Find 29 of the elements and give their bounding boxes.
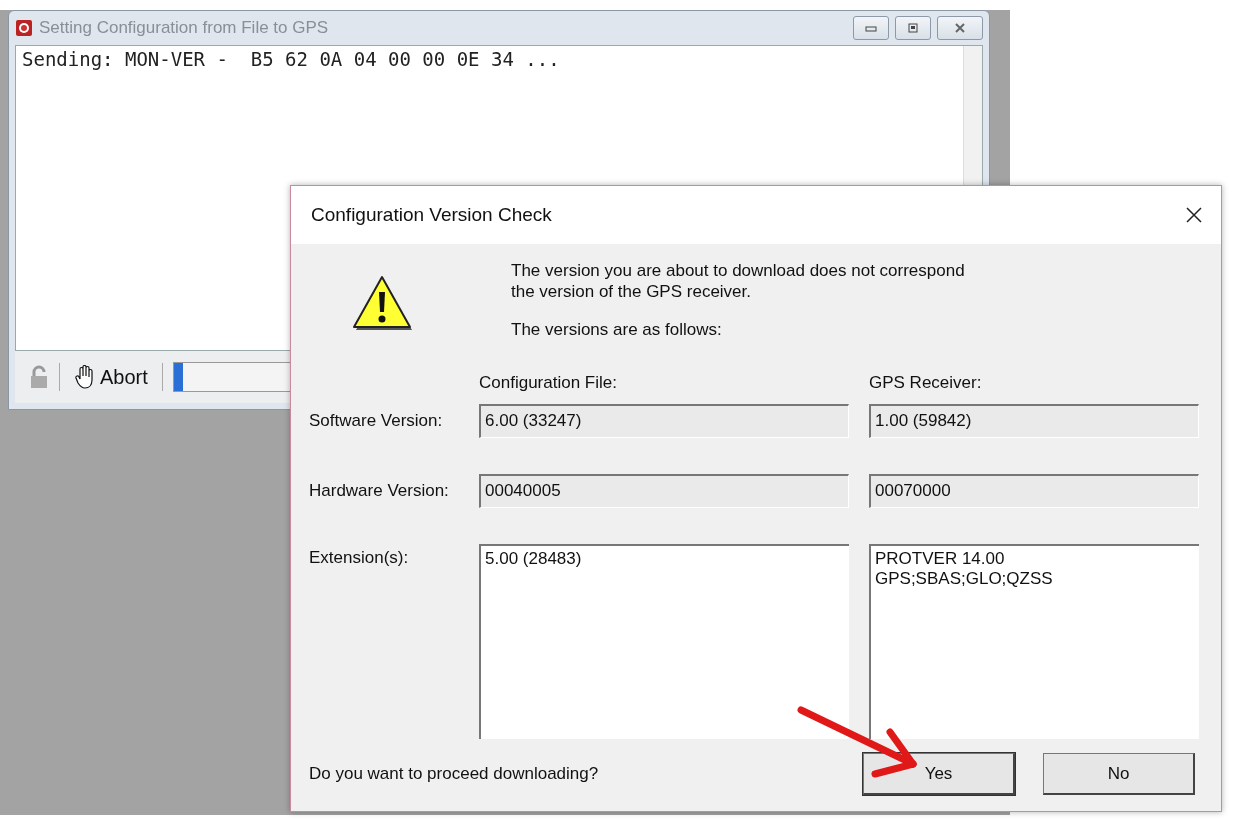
text-box[interactable]: 5.00 (28483)	[479, 544, 849, 739]
column-heading: GPS Receiver:	[869, 373, 983, 393]
log-text: Sending: MON-VER - B5 62 0A 04 00 00 0E 34 ...	[21, 47, 561, 72]
read-only-field[interactable]: 6.00 (33247)	[479, 404, 849, 438]
column-heading: Configuration File:	[479, 373, 618, 393]
maximize-button[interactable]	[895, 16, 931, 40]
text-box[interactable]: PROTVER 14.00 GPS;SBAS;GLO;QZSS	[869, 544, 1199, 739]
minimize-button[interactable]	[853, 16, 889, 40]
versions-caption: The versions are as follows:	[511, 320, 723, 340]
minimize-icon	[864, 23, 878, 33]
read-only-field[interactable]: 00070000	[869, 474, 1199, 508]
row-label: Software Version:	[309, 411, 444, 431]
no-button[interactable]: No	[1043, 753, 1195, 795]
read-only-field[interactable]: 1.00 (59842)	[869, 404, 1199, 438]
abort-button[interactable]: Abort	[70, 363, 152, 391]
close-icon	[953, 22, 967, 34]
read-only-field[interactable]: 00040005	[479, 474, 849, 508]
row-label: Extension(s):	[309, 548, 410, 568]
maximize-icon	[906, 22, 920, 34]
warning-icon	[351, 274, 413, 332]
hand-icon	[74, 365, 96, 389]
row-label: Hardware Version:	[309, 481, 450, 501]
dialog-title: Configuration Version Check	[311, 204, 552, 226]
window-title: Setting Configuration from File to GPS	[39, 18, 329, 38]
message-text: The version you are about to download does not correspond the version of the GPS receiver.	[511, 260, 965, 302]
yes-button[interactable]: Yes	[863, 753, 1015, 795]
lock-icon[interactable]	[29, 365, 49, 389]
app-icon	[15, 19, 33, 37]
question-text: Do you want to proceed downloading?	[309, 764, 599, 784]
